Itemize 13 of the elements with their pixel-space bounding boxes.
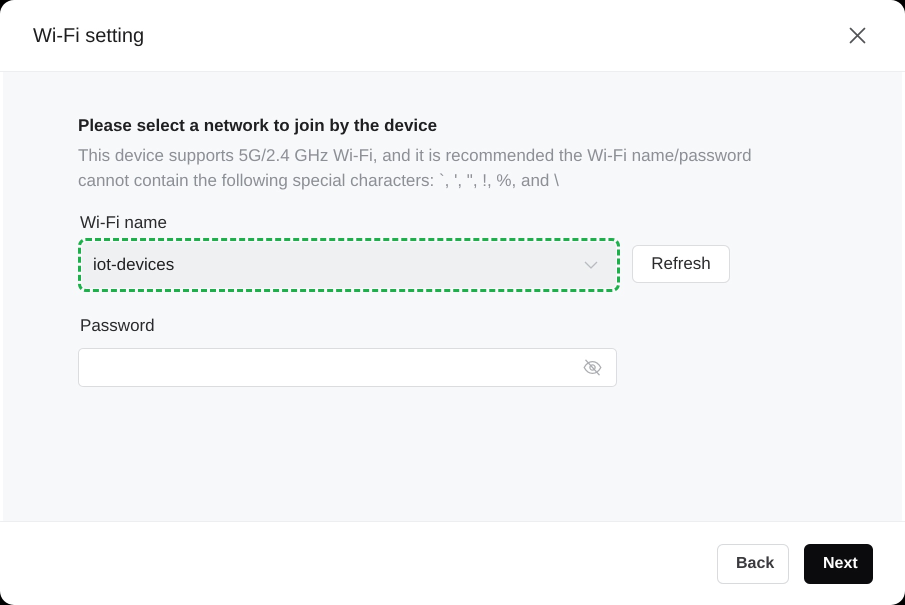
eye-slash-icon[interactable] xyxy=(583,359,602,376)
intro-heading: Please select a network to join by the device xyxy=(78,115,438,137)
refresh-button[interactable]: Refresh xyxy=(632,244,730,282)
chevron-down-icon[interactable] xyxy=(584,261,598,269)
back-button[interactable]: Back xyxy=(717,544,789,584)
field-label: Wi-Fi name xyxy=(80,212,167,234)
intro-description: This device supports 5G/2.4 GHz Wi-Fi, and it is recommended the Wi-Fi name/password cannot contain the following special characters: `, ', ", !, %, and \ xyxy=(78,145,753,192)
next-button[interactable]: Next xyxy=(804,544,873,584)
dialog-title: Wi-Fi setting xyxy=(33,24,144,48)
field-label: Password xyxy=(80,315,155,337)
close-icon[interactable] xyxy=(849,27,866,44)
password-field[interactable] xyxy=(78,348,617,387)
wifi-name-select[interactable]: iot-devices xyxy=(82,242,616,288)
